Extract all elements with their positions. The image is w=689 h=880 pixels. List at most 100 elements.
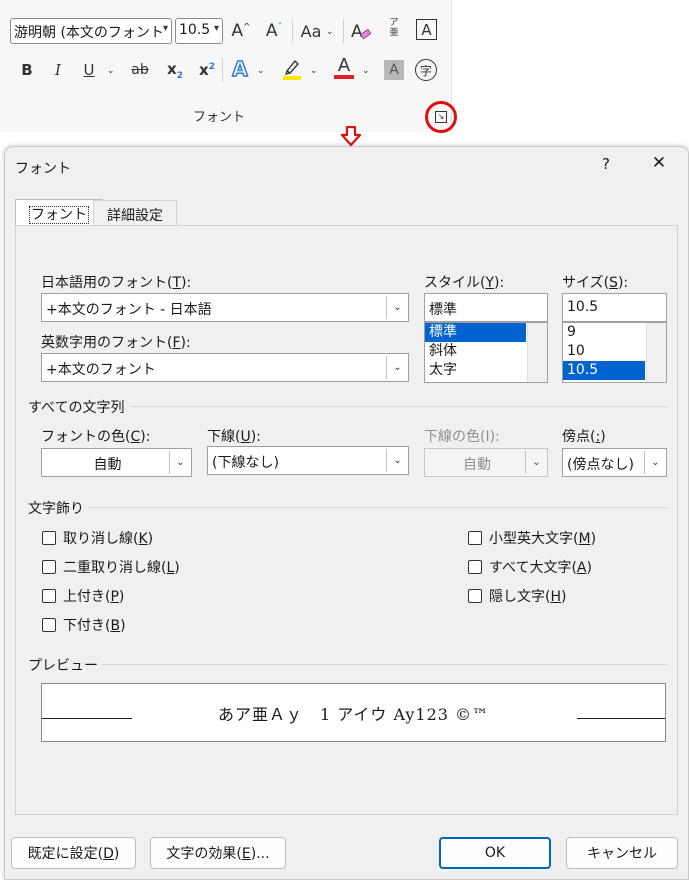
ribbon-font-group: 游明朝 (本文のフォント ▾ 10.5 ▾ A^ Aˇ Aa ⌄ A ア亜 A … [0, 0, 452, 132]
grow-font-button[interactable]: A^ [228, 19, 254, 43]
font-color-button[interactable]: A [332, 56, 356, 80]
tab-advanced[interactable]: 詳細設定 [93, 200, 177, 226]
checkbox-box[interactable] [468, 589, 482, 603]
grow-font-icon: A^ [231, 21, 251, 41]
superscript-button[interactable]: x2 [196, 58, 218, 82]
japanese-font-value: +本文のフォント - 日本語 [46, 302, 212, 318]
font-color-select[interactable]: 自動 ⌄ [41, 448, 192, 477]
superscript-icon: x2 [199, 61, 215, 79]
font-name-combo[interactable]: 游明朝 (本文のフォント ▾ [10, 18, 172, 44]
chevron-down-icon[interactable]: ⌄ [310, 66, 318, 76]
separator [343, 19, 344, 43]
character-shading-button[interactable]: A [384, 60, 404, 80]
separator [292, 19, 293, 43]
chevron-down-icon[interactable]: ⌄ [644, 451, 666, 474]
ok-button[interactable]: OK [439, 837, 551, 869]
text-effects-dialog-button[interactable]: 文字の効果(E)... [150, 837, 286, 869]
shrink-font-button[interactable]: Aˇ [261, 19, 287, 43]
dialog-launcher-icon[interactable]: ↘ [435, 111, 447, 123]
set-as-default-button[interactable]: 既定に設定(D) [11, 837, 136, 869]
font-dialog: フォント ? ✕ フォント 詳細設定 日本語用のフォント(T): +本文のフォン… [4, 146, 689, 880]
chevron-down-icon[interactable]: ⌄ [169, 451, 191, 474]
scrollbar[interactable] [527, 323, 547, 382]
enclose-characters-icon: 字 [419, 63, 432, 78]
chevron-down-icon[interactable]: ⌄ [107, 66, 115, 76]
clear-formatting-button[interactable]: A [349, 19, 373, 43]
chevron-down-icon[interactable]: ⌄ [386, 356, 408, 379]
underline-button[interactable]: U [78, 58, 100, 82]
japanese-font-select[interactable]: +本文のフォント - 日本語 ⌄ [41, 293, 409, 322]
chevron-down-icon[interactable]: ⌄ [326, 27, 334, 37]
divider [130, 406, 667, 407]
small-caps-checkbox[interactable]: 小型英大文字(M) [468, 528, 596, 548]
checkbox-label: 上付き(P) [63, 589, 125, 605]
font-name-value: 游明朝 (本文のフォント [14, 25, 164, 41]
character-border-button[interactable]: A [416, 19, 437, 40]
button-label: 既定に設定(D) [27, 846, 120, 862]
size-list[interactable]: 9 10 10.5 [562, 322, 667, 383]
phonetic-guide-button[interactable]: ア亜 [384, 16, 404, 40]
subscript-icon: x2 [167, 59, 183, 81]
clear-formatting-icon: A [351, 22, 372, 42]
chevron-down-icon[interactable]: ⌄ [386, 296, 408, 319]
checkbox-box[interactable] [42, 531, 56, 545]
font-size-combo[interactable]: 10.5 ▾ [175, 18, 223, 44]
checkbox-box[interactable] [468, 560, 482, 574]
emphasis-mark-select[interactable]: (傍点なし) ⌄ [562, 448, 667, 477]
chevron-down-icon[interactable]: ⌄ [386, 449, 408, 472]
tab-font[interactable]: フォント [15, 199, 103, 226]
enclose-characters-button[interactable]: 字 [415, 59, 437, 81]
superscript-checkbox[interactable]: 上付き(P) [42, 586, 124, 606]
bold-icon: B [21, 61, 33, 79]
checkbox-box[interactable] [42, 560, 56, 574]
strikethrough-button[interactable]: ab [127, 58, 153, 82]
chevron-down-icon: ⌄ [525, 451, 547, 474]
phonetic-guide-icon: ア亜 [389, 18, 399, 38]
all-caps-checkbox[interactable]: すべて大文字(A) [468, 557, 592, 577]
list-item[interactable]: 標準 [425, 323, 526, 342]
list-item[interactable]: 10.5 [563, 361, 645, 380]
scrollbar[interactable] [646, 323, 666, 382]
button-label: キャンセル [587, 846, 657, 862]
style-input[interactable]: 標準 [424, 293, 548, 322]
underline-color-select: 自動 ⌄ [424, 448, 548, 477]
strikethrough-icon: ab [131, 62, 149, 78]
bold-button[interactable]: B [16, 58, 38, 82]
checkbox-label: 二重取り消し線(L) [63, 560, 180, 576]
down-arrow-icon [340, 126, 362, 146]
italic-button[interactable]: I [47, 58, 69, 82]
help-button[interactable]: ? [595, 155, 617, 177]
highlight-color-button[interactable] [280, 57, 304, 81]
underline-label: 下線(U): [207, 429, 261, 445]
english-font-select[interactable]: +本文のフォント ⌄ [41, 353, 409, 382]
all-text-section-label: すべての文字列 [28, 400, 125, 416]
text-effects-button[interactable]: A [228, 56, 252, 82]
subscript-checkbox[interactable]: 下付き(B) [42, 615, 126, 635]
strikethrough-checkbox[interactable]: 取り消し線(K) [42, 528, 153, 548]
close-button[interactable]: ✕ [647, 153, 671, 177]
highlighter-icon [283, 59, 301, 80]
underline-select[interactable]: (下線なし) ⌄ [207, 446, 409, 475]
subscript-button[interactable]: x2 [164, 58, 186, 82]
hidden-checkbox[interactable]: 隠し文字(H) [468, 586, 566, 606]
chevron-down-icon[interactable]: ⌄ [362, 66, 370, 76]
english-font-label: 英数字用のフォント(F): [41, 335, 191, 351]
shrink-font-icon: Aˇ [265, 21, 283, 41]
preview-rule-right [577, 718, 665, 719]
group-label: フォント [193, 110, 246, 125]
svg-text:A: A [351, 22, 363, 42]
divider [102, 664, 667, 665]
change-case-button[interactable]: Aa [296, 19, 326, 43]
underline-color-label: 下線の色(I): [424, 429, 500, 445]
chevron-down-icon[interactable]: ⌄ [257, 66, 265, 76]
checkbox-box[interactable] [42, 589, 56, 603]
size-input[interactable]: 10.5 [562, 293, 667, 322]
font-color-icon: A [334, 57, 354, 79]
checkbox-box[interactable] [468, 531, 482, 545]
cancel-button[interactable]: キャンセル [566, 837, 678, 869]
checkbox-label: 下付き(B) [63, 618, 126, 634]
double-strikethrough-checkbox[interactable]: 二重取り消し線(L) [42, 557, 180, 577]
checkbox-box[interactable] [42, 618, 56, 632]
japanese-font-label: 日本語用のフォント(T): [41, 275, 192, 291]
style-list[interactable]: 標準 斜体 太字 [424, 322, 548, 383]
